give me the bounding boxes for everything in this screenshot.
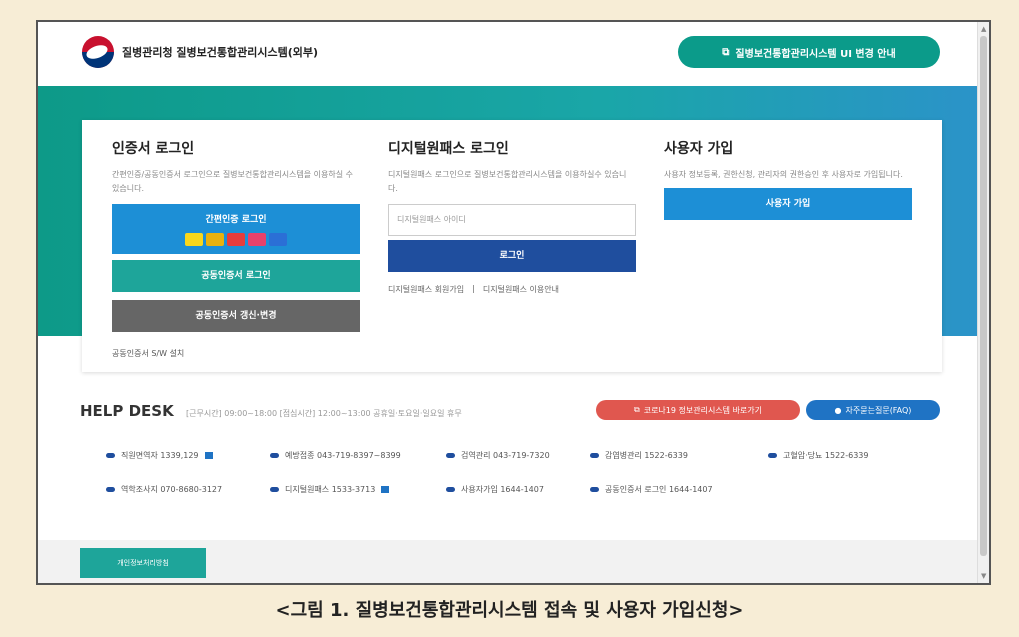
cert-login-title: 인증서 로그인 xyxy=(112,141,195,157)
scroll-up-arrow-icon[interactable]: ▲ xyxy=(981,25,986,33)
naver-icon xyxy=(269,233,287,246)
pass-icon xyxy=(206,233,224,246)
onepass-links: 디지털원패스 회원가입 | 디지털원패스 이용안내 xyxy=(388,284,636,295)
notice-button-label: 질병보건통합관리시스템 UI 변경 안내 xyxy=(735,48,896,60)
info-icon[interactable] xyxy=(204,452,213,459)
toss-icon xyxy=(227,233,245,246)
cert-provider-icons xyxy=(112,233,360,246)
signup-title: 사용자 가입 xyxy=(664,141,734,157)
bullet-icon xyxy=(270,487,279,492)
bullet-icon xyxy=(768,453,777,458)
help-desk-contacts: 직원면역자 1339,129 예방접종 043-719-8397~8399 검역… xyxy=(82,430,942,516)
vertical-scrollbar[interactable]: ▲ ▼ xyxy=(977,22,989,583)
onepass-guide-link[interactable]: 디지털원패스 이용안내 xyxy=(483,284,559,295)
contact-item: 예방접종 043-719-8397~8399 xyxy=(270,450,401,461)
ui-change-notice-button[interactable]: ⧉ 질병보건통합관리시스템 UI 변경 안내 xyxy=(678,36,940,68)
joint-cert-login-button[interactable]: 공동인증서 로그인 xyxy=(112,260,360,292)
simple-auth-label: 간편인증 로그인 xyxy=(205,215,267,225)
contact-item: 감염병관리 1522-6339 xyxy=(590,450,688,461)
signup-button[interactable]: 사용자 가입 xyxy=(664,188,912,220)
covid-system-link-button[interactable]: ⧉ 코로나19 정보관리시스템 바로가기 xyxy=(596,400,800,420)
digital-login-title: 디지털원패스 로그인 xyxy=(388,141,509,157)
contact-item: 공동인증서 로그인 1644-1407 xyxy=(590,484,713,495)
contact-item: 고혈압·당뇨 1522-6339 xyxy=(768,450,869,461)
digital-login-desc: 디지털원패스 로그인으로 질병보건통합관리시스템을 이용하실수 있습니다. xyxy=(388,170,627,193)
faq-label: 자주묻는질문(FAQ) xyxy=(845,405,912,415)
bullet-icon xyxy=(590,453,599,458)
bullet-icon xyxy=(590,487,599,492)
site-header: 질병관리청 질병보건통합관리시스템(외부) ⧉ 질병보건통합관리시스템 UI 변… xyxy=(38,22,979,86)
onepass-login-button[interactable]: 로그인 xyxy=(388,240,636,272)
onepass-join-link[interactable]: 디지털원패스 회원가입 xyxy=(388,284,464,295)
external-link-icon: ⧉ xyxy=(633,405,640,414)
signup-section: 사용자 가입 사용자 정보등록, 권한신청, 관리자의 권한승인 후 사용자로 … xyxy=(664,138,912,220)
faq-button[interactable]: ● 자주묻는질문(FAQ) xyxy=(806,400,940,420)
contact-item: 역학조사지 070-8680-3127 xyxy=(106,484,222,495)
cert-sw-install-link[interactable]: 공동인증서 S/W 설치 xyxy=(112,348,360,359)
contact-item: 직원면역자 1339,129 xyxy=(106,450,213,461)
help-desk-hours: [근무시간] 09:00~18:00 [점심시간] 12:00~13:00 공휴… xyxy=(186,409,462,418)
onepass-id-input[interactable]: 디지털원패스 아이디 xyxy=(388,204,636,236)
site-footer: 개인정보처리방침 xyxy=(38,540,979,583)
cert-login-desc: 간편인증/공동인증서 로그인으로 질병보건통합관리시스템을 이용하실 수 있습니… xyxy=(112,170,354,193)
digital-onepass-section: 디지털원패스 로그인 디지털원패스 로그인으로 질병보건통합관리시스템을 이용하… xyxy=(388,138,636,295)
figure-caption: <그림 1. 질병보건통합관리시스템 접속 및 사용자 가입신청> xyxy=(275,600,744,621)
kakao-icon xyxy=(185,233,203,246)
login-card: 인증서 로그인 간편인증/공동인증서 로그인으로 질병보건통합관리시스템을 이용… xyxy=(82,120,942,372)
privacy-policy-button[interactable]: 개인정보처리방침 xyxy=(80,548,206,578)
signup-desc: 사용자 정보등록, 권한신청, 관리자의 권한승인 후 사용자로 가입됩니다. xyxy=(664,170,903,179)
info-icon[interactable] xyxy=(381,486,390,493)
help-desk-title: HELP DESK xyxy=(80,402,174,420)
browser-frame: 질병관리청 질병보건통합관리시스템(외부) ⧉ 질병보건통합관리시스템 UI 변… xyxy=(36,20,991,585)
bullet-icon xyxy=(446,453,455,458)
joint-cert-renew-button[interactable]: 공동인증서 갱신·변경 xyxy=(112,300,360,332)
contact-item: 검역관리 043-719-7320 xyxy=(446,450,550,461)
bullet-icon xyxy=(270,453,279,458)
site-title: 질병관리청 질병보건통합관리시스템(외부) xyxy=(122,46,319,59)
cert-login-section: 인증서 로그인 간편인증/공동인증서 로그인으로 질병보건통합관리시스템을 이용… xyxy=(112,138,360,359)
covid-link-label: 코로나19 정보관리시스템 바로가기 xyxy=(643,405,763,415)
contact-item: 디지털원패스 1533-3713 xyxy=(270,484,390,495)
scroll-down-arrow-icon[interactable]: ▼ xyxy=(981,572,986,580)
link-divider: | xyxy=(472,284,475,293)
scrollbar-thumb[interactable] xyxy=(980,36,987,556)
external-link-icon: ⧉ xyxy=(722,46,730,58)
bullet-icon xyxy=(106,453,115,458)
bullet-icon xyxy=(106,487,115,492)
contact-item: 사용자가입 1644-1407 xyxy=(446,484,544,495)
question-icon: ● xyxy=(834,405,842,415)
simple-auth-login-button[interactable]: 간편인증 로그인 xyxy=(112,204,360,254)
payco-icon xyxy=(248,233,266,246)
kdca-logo-icon xyxy=(82,36,114,68)
bullet-icon xyxy=(446,487,455,492)
